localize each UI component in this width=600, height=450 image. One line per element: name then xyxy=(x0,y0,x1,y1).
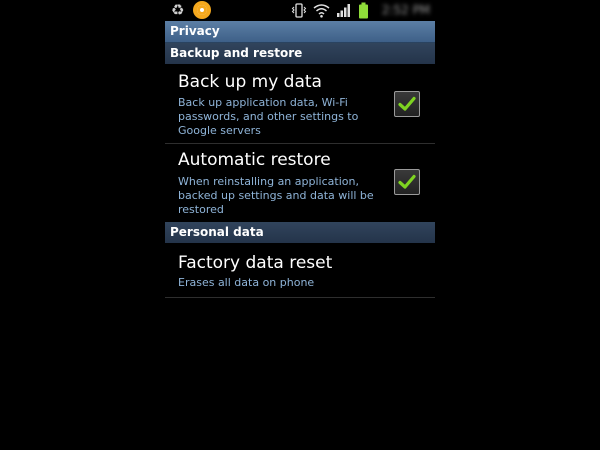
title-bar: Privacy xyxy=(165,21,435,43)
item-summary: Erases all data on phone xyxy=(178,276,315,289)
automatic-restore-checkbox[interactable] xyxy=(394,169,420,195)
item-summary: Back up application data, Wi-Fi password… xyxy=(178,96,359,137)
wifi-icon xyxy=(313,3,330,22)
item-summary: When reinstalling an application, backed… xyxy=(178,175,374,216)
back-up-my-data-checkbox[interactable] xyxy=(394,91,420,117)
section-header-personal-data: Personal data xyxy=(165,222,435,243)
automatic-restore-item[interactable]: Automatic restore When reinstalling an a… xyxy=(165,143,435,223)
item-title: Factory data reset xyxy=(178,253,333,273)
page-title: Privacy xyxy=(170,24,220,38)
section-header-label: Personal data xyxy=(170,225,264,239)
item-title: Automatic restore xyxy=(178,150,331,170)
phone-screen: ♻ 2:52 PM Privacy Backup and restore Bac… xyxy=(165,0,435,450)
factory-data-reset-item[interactable]: Factory data reset Erases all data on ph… xyxy=(165,243,435,298)
checkmark-icon xyxy=(398,96,416,111)
status-clock: 2:52 PM xyxy=(381,3,431,17)
back-up-my-data-item[interactable]: Back up my data Back up application data… xyxy=(165,64,435,144)
section-header-backup-restore: Backup and restore xyxy=(165,43,435,64)
status-bar: ♻ 2:52 PM xyxy=(165,0,435,21)
item-title: Back up my data xyxy=(178,72,322,92)
section-header-label: Backup and restore xyxy=(170,46,303,60)
vibrate-icon xyxy=(291,3,307,22)
signal-icon xyxy=(336,3,351,22)
aim-icon xyxy=(193,1,211,19)
recycle-icon: ♻ xyxy=(171,1,185,19)
checkmark-icon xyxy=(398,174,416,189)
battery-icon xyxy=(358,2,369,23)
